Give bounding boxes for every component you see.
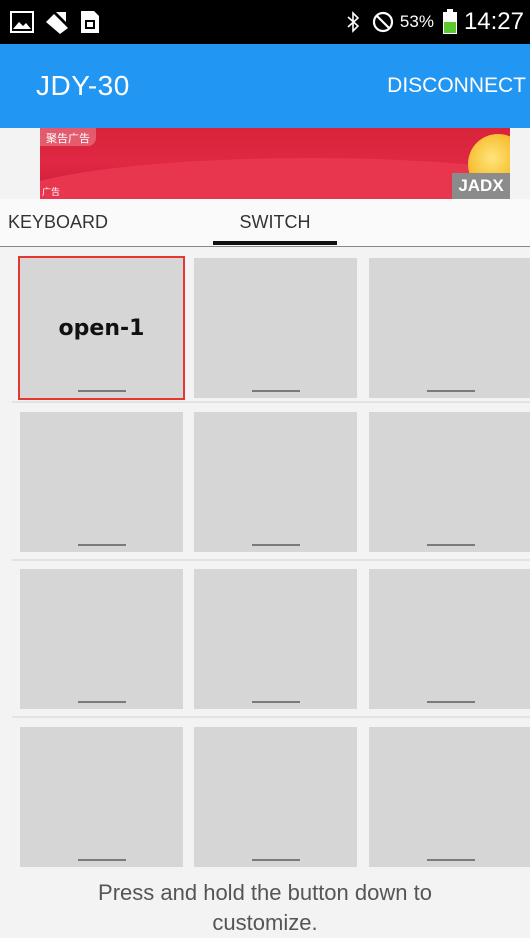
button-indicator-line	[78, 701, 126, 703]
button-indicator-line	[427, 390, 475, 392]
switch-button-12[interactable]	[369, 727, 530, 867]
switch-grid: open-1	[0, 247, 530, 871]
status-bar: 53% 14:27	[0, 0, 530, 44]
switch-button-2[interactable]	[194, 258, 357, 398]
switch-button-8[interactable]	[194, 569, 357, 709]
battery-icon	[442, 9, 458, 35]
row-separator	[12, 401, 530, 403]
switch-button-7[interactable]	[20, 569, 183, 709]
image-icon	[10, 11, 34, 33]
app-title: JDY-30	[36, 70, 130, 101]
switch-button-11[interactable]	[194, 727, 357, 867]
tab-indicator	[213, 241, 337, 245]
row-separator	[12, 559, 530, 561]
switch-button-4[interactable]	[20, 412, 183, 552]
button-indicator-line	[78, 544, 126, 546]
switch-button-9[interactable]	[369, 569, 530, 709]
button-indicator-line	[78, 390, 126, 392]
ad-swoosh	[40, 158, 510, 199]
block-icon	[372, 11, 394, 33]
bluetooth-icon	[346, 11, 360, 33]
button-indicator-line	[252, 390, 300, 392]
button-indicator-line	[252, 701, 300, 703]
switch-button-5[interactable]	[194, 412, 357, 552]
clock: 14:27	[463, 8, 524, 35]
tab-switch[interactable]: SWITCH	[213, 199, 337, 246]
button-indicator-line	[427, 859, 475, 861]
button-indicator-line	[252, 859, 300, 861]
sim-icon	[80, 10, 100, 34]
ad-tag: 聚告广告	[40, 128, 96, 146]
button-indicator-line	[252, 544, 300, 546]
signal-icon	[44, 10, 70, 34]
ad-banner[interactable]: 聚告广告 广告 JADX	[40, 128, 510, 199]
row-separator	[12, 716, 530, 718]
ad-label: 广告	[42, 187, 61, 197]
switch-button-label: open-1	[58, 315, 145, 341]
app-bar: JDY-30 DISCONNECT	[0, 44, 530, 128]
customize-hint: Press and hold the button down to custom…	[98, 880, 432, 935]
disconnect-button[interactable]: DISCONNECT	[387, 74, 530, 98]
button-indicator-line	[427, 544, 475, 546]
tab-bar: KEYBOARD SWITCH	[0, 199, 530, 247]
battery-percent: 53%	[399, 12, 434, 31]
tab-keyboard[interactable]: KEYBOARD	[0, 199, 120, 246]
switch-button-1[interactable]: open-1	[18, 256, 185, 400]
switch-button-6[interactable]	[369, 412, 530, 552]
switch-button-10[interactable]	[20, 727, 183, 867]
switch-button-3[interactable]	[369, 258, 530, 398]
ad-badge: JADX	[452, 173, 510, 199]
button-indicator-line	[427, 701, 475, 703]
button-indicator-line	[78, 859, 126, 861]
